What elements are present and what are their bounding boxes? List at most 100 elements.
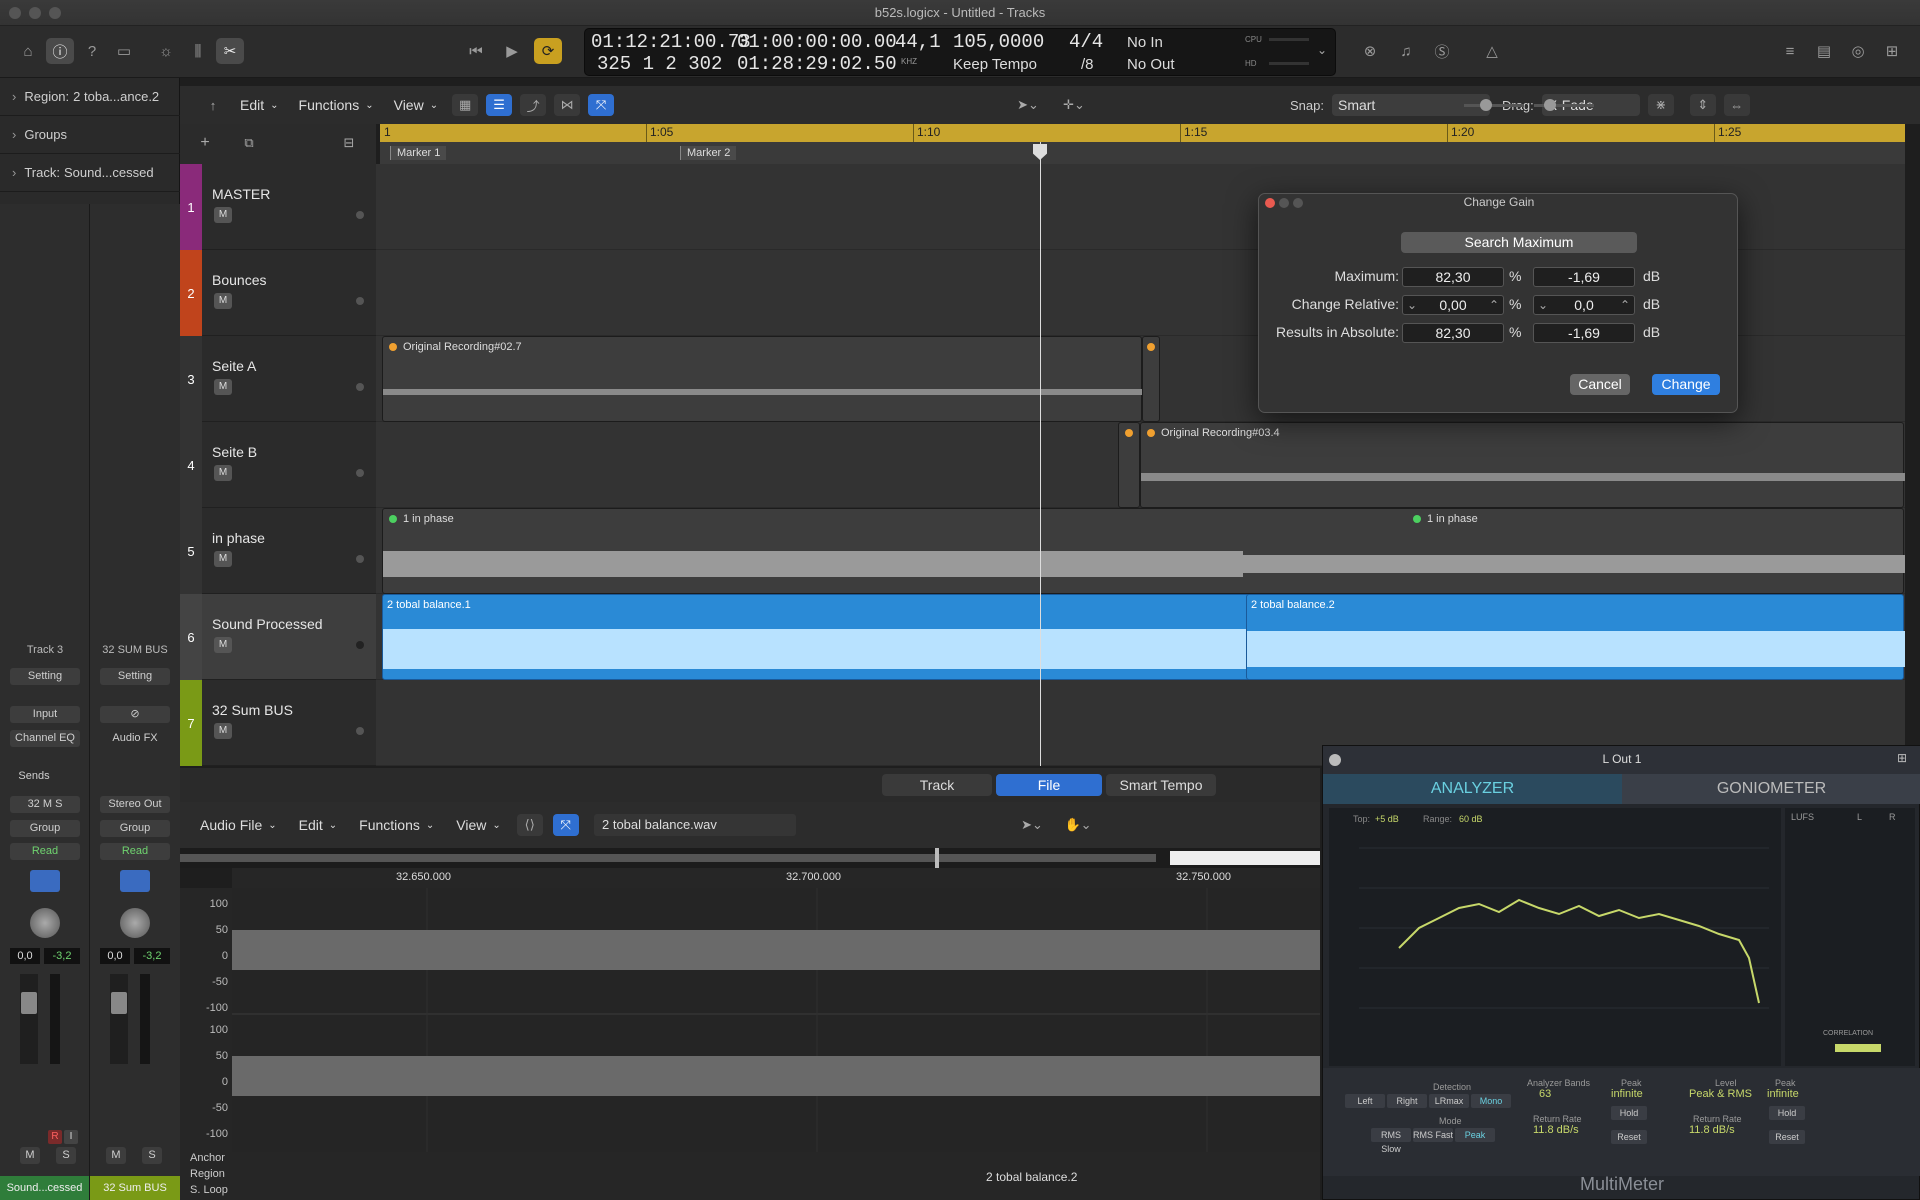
track-header[interactable]: 3 Seite A M bbox=[180, 336, 376, 422]
track-header[interactable]: 1 MASTER M bbox=[180, 164, 376, 250]
play-icon[interactable]: ▶ bbox=[498, 38, 526, 64]
tuner-icon[interactable]: ♫ bbox=[1392, 38, 1420, 64]
mute-button[interactable]: M bbox=[214, 723, 232, 739]
cycle-icon[interactable]: ⟳ bbox=[534, 38, 562, 64]
tab-analyzer[interactable]: ANALYZER bbox=[1323, 774, 1622, 804]
mute-button[interactable]: M bbox=[214, 293, 232, 309]
mute-button[interactable]: M bbox=[214, 379, 232, 395]
relative-db-stepper[interactable]: ⌄ 0,0 ⌃ bbox=[1533, 295, 1635, 315]
bar-ruler[interactable]: 1 1:05 1:10 1:15 1:20 1:25 bbox=[380, 124, 1905, 142]
lcd-menu-chevron-icon[interactable]: ⌄ bbox=[1317, 43, 1327, 57]
library-icon[interactable]: ⌂ bbox=[14, 38, 42, 64]
overview-position-marker[interactable] bbox=[935, 848, 939, 868]
setting-button[interactable]: Setting bbox=[100, 668, 170, 685]
back-arrow-icon[interactable]: ↑ bbox=[200, 94, 226, 116]
track-lane[interactable]: 1 in phase 1 in phase bbox=[376, 508, 1905, 594]
waveform-zoom-icon[interactable]: ⋇ bbox=[1647, 94, 1674, 116]
track-lane[interactable]: 2 tobal balance.1 2 tobal balance.2 bbox=[376, 594, 1905, 680]
audio-file-menu[interactable]: Audio File ⌄ bbox=[194, 814, 283, 836]
fader-cap[interactable] bbox=[111, 992, 127, 1014]
group-slot[interactable]: Group bbox=[100, 820, 170, 837]
mode-peak-button[interactable]: Peak bbox=[1455, 1128, 1495, 1142]
maximum-db-field[interactable]: -1,69 bbox=[1533, 267, 1635, 287]
automation-mode[interactable]: Read bbox=[10, 843, 80, 860]
absolute-db-field[interactable]: -1,69 bbox=[1533, 323, 1635, 343]
view-menu[interactable]: View ⌄ bbox=[450, 814, 506, 836]
catch-icon[interactable]: ⤧ bbox=[588, 94, 615, 116]
mode-rms-fast-button[interactable]: RMS Fast bbox=[1413, 1128, 1453, 1142]
level-value[interactable]: Peak & RMS bbox=[1689, 1088, 1752, 1100]
track-name[interactable]: Bounces bbox=[212, 272, 266, 288]
group-slot[interactable]: Group bbox=[10, 820, 80, 837]
waveform-overview[interactable] bbox=[180, 848, 1320, 868]
track-name[interactable]: 32 Sum BUS bbox=[212, 702, 293, 718]
absolute-percent-field[interactable]: 82,30 bbox=[1402, 323, 1504, 343]
input-monitor-button[interactable]: I bbox=[64, 1130, 78, 1144]
chevron-up-icon[interactable]: ⌃ bbox=[1620, 296, 1630, 314]
link-icon[interactable]: ⟨⟩ bbox=[516, 814, 543, 836]
marker-2[interactable]: Marker 2 bbox=[680, 146, 737, 160]
view-menu[interactable]: View ⌄ bbox=[388, 94, 444, 116]
chevron-up-icon[interactable]: ⌃ bbox=[1489, 296, 1499, 314]
relative-percent-stepper[interactable]: ⌄ 0,00 ⌃ bbox=[1402, 295, 1504, 315]
flex-icon[interactable]: ⋈ bbox=[554, 94, 581, 116]
output-slot[interactable]: Stereo Out bbox=[100, 796, 170, 813]
list-view-icon[interactable]: ☰ bbox=[486, 94, 513, 116]
pointer-tool-icon[interactable]: ➤⌄ bbox=[1014, 814, 1050, 836]
track-name[interactable]: Seite A bbox=[212, 358, 256, 374]
grid-view-icon[interactable]: ▦ bbox=[452, 94, 479, 116]
audio-region[interactable]: 1 in phase 1 in phase bbox=[382, 508, 1905, 594]
hold-button[interactable]: Hold bbox=[1611, 1106, 1647, 1120]
audio-fx-slot[interactable]: Audio FX bbox=[100, 730, 170, 747]
tab-track[interactable]: Track bbox=[882, 774, 992, 796]
region-inspector-header[interactable]: › Region: 2 toba...ance.2 bbox=[0, 78, 180, 116]
note-pad-icon[interactable]: ▤ bbox=[1810, 38, 1838, 64]
groups-inspector-header[interactable]: › Groups bbox=[0, 116, 180, 154]
marker-track[interactable]: Marker 1 Marker 2 bbox=[380, 142, 1905, 164]
editors-icon[interactable]: ✂ bbox=[216, 38, 244, 64]
search-maximum-button[interactable]: Search Maximum bbox=[1401, 232, 1637, 253]
loop-browser-icon[interactable]: ◎ bbox=[1844, 38, 1872, 64]
vertical-zoom-slider[interactable] bbox=[1464, 99, 1524, 111]
track-header[interactable]: 4 Seite B M bbox=[180, 422, 376, 508]
track-inspector-header[interactable]: › Track: Sound...cessed bbox=[0, 154, 180, 192]
add-track-icon[interactable]: + bbox=[192, 132, 218, 154]
link-icon[interactable]: ⊞ bbox=[1897, 751, 1907, 765]
hand-tool-icon[interactable]: ✋⌄ bbox=[1060, 814, 1096, 836]
setting-button[interactable]: Setting bbox=[10, 668, 80, 685]
fader-cap[interactable] bbox=[21, 992, 37, 1014]
automation-mode[interactable]: Read bbox=[100, 843, 170, 860]
return-rate-value[interactable]: 11.8 dB/s bbox=[1533, 1124, 1579, 1136]
tempo-mode[interactable]: Keep Tempo bbox=[953, 56, 1037, 73]
track-name[interactable]: MASTER bbox=[212, 186, 270, 202]
slider-thumb[interactable] bbox=[1480, 99, 1492, 111]
global-tracks-icon[interactable]: ⊟ bbox=[336, 132, 362, 154]
solo-button[interactable]: S bbox=[56, 1147, 76, 1164]
waveform-icon[interactable] bbox=[120, 870, 150, 892]
edit-menu[interactable]: Edit ⌄ bbox=[234, 94, 285, 116]
output-slot[interactable]: 32 M S bbox=[10, 796, 80, 813]
marker-1[interactable]: Marker 1 bbox=[390, 146, 447, 160]
solo-button[interactable]: S bbox=[142, 1147, 162, 1164]
slider-thumb[interactable] bbox=[1544, 99, 1556, 111]
mute-button[interactable]: M bbox=[214, 207, 232, 223]
smart-controls-icon[interactable]: ☼ bbox=[152, 38, 180, 64]
track-name[interactable]: Seite B bbox=[212, 444, 257, 460]
catch-icon[interactable]: ⤧ bbox=[552, 814, 579, 836]
cancel-button[interactable]: Cancel bbox=[1570, 374, 1630, 395]
peak-value[interactable]: infinite bbox=[1767, 1088, 1799, 1100]
waveform-icon[interactable] bbox=[30, 870, 60, 892]
sample-waveform-display[interactable] bbox=[232, 888, 1320, 1152]
track-name[interactable]: in phase bbox=[212, 530, 265, 546]
change-button[interactable]: Change bbox=[1652, 374, 1720, 395]
solo-icon[interactable]: Ⓢ bbox=[1428, 38, 1456, 64]
track-header[interactable]: 7 32 Sum BUS M bbox=[180, 680, 376, 766]
channel-eq-slot[interactable]: Channel EQ bbox=[10, 730, 80, 747]
chevron-down-icon[interactable]: ⌄ bbox=[1538, 296, 1548, 314]
chevron-down-icon[interactable]: ⌄ bbox=[1407, 296, 1417, 314]
volume-fader[interactable] bbox=[20, 974, 38, 1064]
return-rate-value[interactable]: 11.8 dB/s bbox=[1689, 1124, 1735, 1136]
mute-button[interactable]: M bbox=[106, 1147, 126, 1164]
list-editors-icon[interactable]: ≡ bbox=[1776, 38, 1804, 64]
inspector-icon[interactable]: ⓘ bbox=[46, 38, 74, 64]
